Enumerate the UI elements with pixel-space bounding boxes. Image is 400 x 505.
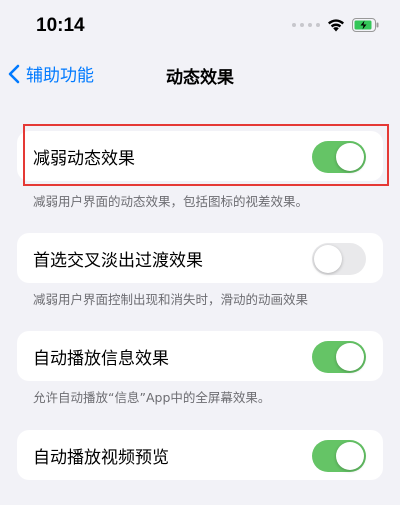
toggle-knob [314, 245, 342, 273]
setting-row-auto-play-message-effects: 自动播放信息效果 [17, 331, 383, 381]
setting-label: 自动播放信息效果 [33, 349, 169, 369]
navigation-bar: 辅助功能 动态效果 [0, 55, 400, 95]
page-title: 动态效果 [166, 68, 234, 88]
setting-label: 首选交叉淡出过渡效果 [33, 251, 203, 271]
cross-fade-toggle[interactable] [312, 243, 366, 275]
toggle-knob [336, 442, 364, 470]
status-icons [292, 18, 380, 32]
wifi-icon [328, 19, 344, 32]
cellular-signal-icon [292, 19, 320, 32]
status-time: 10:14 [36, 15, 85, 36]
auto-play-video-previews-toggle[interactable] [312, 440, 366, 472]
setting-footer: 允许自动播放“信息”App中的全屏幕效果。 [33, 390, 271, 405]
setting-footer: 减弱用户界面的动态效果，包括图标的视差效果。 [33, 194, 309, 209]
setting-footer: 减弱用户界面控制出现和消失时，滑动的动画效果 [33, 292, 309, 307]
auto-play-message-effects-toggle[interactable] [312, 341, 366, 373]
setting-row-cross-fade: 首选交叉淡出过渡效果 [17, 233, 383, 283]
status-bar: 10:14 [0, 0, 400, 50]
highlight-box [23, 124, 389, 186]
toggle-knob [336, 343, 364, 371]
setting-label: 自动播放视频预览 [33, 448, 169, 468]
battery-charging-icon [352, 18, 379, 32]
setting-row-auto-play-video-previews: 自动播放视频预览 [17, 430, 383, 480]
